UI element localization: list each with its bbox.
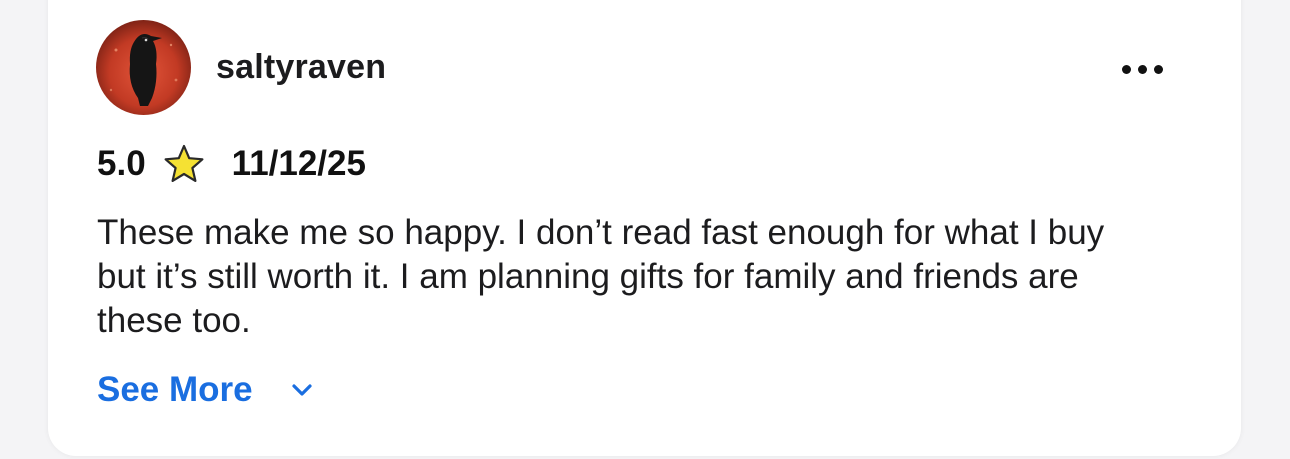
see-more-button[interactable]: See More: [97, 368, 315, 412]
review-text: These make me so happy. I don’t read fas…: [97, 213, 1105, 340]
review-date: 11/12/25: [231, 144, 366, 183]
rating-row: 5.0 11/12/25: [97, 140, 366, 188]
star-icon: [164, 144, 204, 182]
chevron-down-icon: [292, 384, 312, 396]
more-options-button[interactable]: [1110, 56, 1174, 82]
username[interactable]: saltyraven: [216, 48, 386, 87]
avatar[interactable]: [96, 20, 191, 115]
see-more-label: See More: [97, 370, 253, 409]
more-horizontal-icon: [1121, 64, 1131, 74]
rating-value: 5.0: [97, 144, 146, 183]
